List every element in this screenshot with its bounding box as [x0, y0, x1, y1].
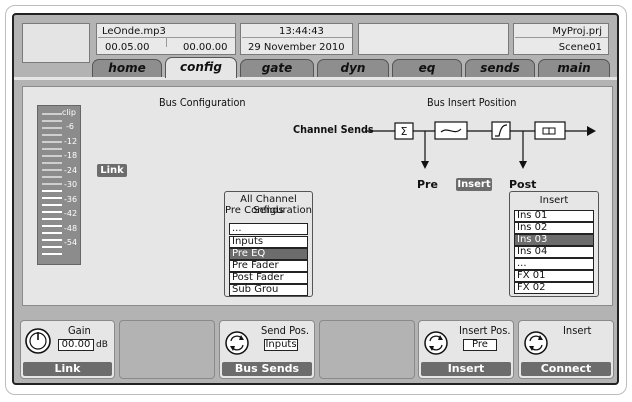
meter-label: -54 [64, 238, 78, 247]
insert-button[interactable]: Insert [421, 362, 511, 376]
meter-label: -24 [64, 166, 78, 175]
bus-config-title: Bus Configuration [159, 96, 246, 109]
meter-label: -6 [66, 122, 74, 131]
file-time-a: 00.05.00 [105, 42, 150, 53]
list-item[interactable]: ... [229, 223, 308, 235]
link-badge[interactable]: Link [97, 164, 127, 177]
list-item[interactable]: Inputs [229, 236, 308, 248]
tab-config[interactable]: config [165, 57, 237, 78]
tab-main[interactable]: main [538, 59, 610, 77]
insert-pos-encoder-panel[interactable]: Insert Pos. Pre Insert [418, 320, 514, 379]
send-pos-encoder-panel[interactable]: Send Pos. Inputs Bus Sends [219, 320, 315, 379]
list-item[interactable]: Sub Grou [229, 284, 308, 296]
gain-unit: dB [96, 340, 108, 350]
list-item[interactable]: ... [514, 258, 594, 270]
list-item[interactable]: Ins 01 [514, 210, 594, 222]
meter-label: -42 [64, 209, 78, 218]
post-label: Post [509, 178, 537, 191]
list-item[interactable]: Pre Fader [229, 260, 308, 272]
file-time-b: 00.00.00 [183, 42, 228, 53]
mixer-screen: LeOnde.mp3 00.05.00 00.00.00 13:44:43 29… [12, 13, 619, 385]
sum-symbol: Σ [401, 125, 408, 138]
level-meter: clip -6 -12 -18 -24 -30 -36 -42 -48 -54 [37, 105, 81, 265]
bus-sends-button[interactable]: Bus Sends [222, 362, 312, 376]
tab-home[interactable]: home [92, 59, 162, 77]
pre-label: Pre [417, 178, 438, 191]
meter-label: -36 [64, 195, 78, 204]
send-pos-value: Inputs [264, 339, 298, 351]
insert-pos-value: Pre [463, 339, 497, 351]
project-box: MyProj.prj Scene01 [513, 23, 609, 55]
list-item[interactable]: Post Fader [229, 272, 308, 284]
list-item[interactable]: Ins 04 [514, 246, 594, 258]
gain-value: 00.00 [58, 339, 94, 351]
meter-label: -12 [64, 137, 78, 146]
meter-label: -18 [64, 151, 78, 160]
rotate-knob-icon[interactable] [523, 330, 549, 356]
channel-sends-label: Channel Sends [293, 123, 374, 136]
insert-listbox: Insert Ins 01 Ins 02 Ins 03 Ins 04 ... F… [509, 191, 599, 297]
insert-label: Insert [563, 324, 592, 337]
tab-dyn[interactable]: dyn [317, 59, 389, 77]
rotate-knob-icon[interactable] [423, 330, 449, 356]
meter-label: clip [62, 108, 76, 117]
gain-label: Gain [68, 324, 91, 337]
tab-eq[interactable]: eq [392, 59, 462, 77]
list-header: Pre Configuration [225, 205, 312, 216]
meter-label: -30 [64, 180, 78, 189]
bus-insert-title: Bus Insert Position [427, 96, 517, 109]
send-pos-label: Send Pos. [261, 324, 310, 337]
link-button[interactable]: Link [23, 362, 112, 376]
empty-encoder-panel [119, 320, 215, 379]
clock-divider [242, 37, 352, 38]
tab-gate[interactable]: gate [240, 59, 314, 77]
list-item[interactable]: FX 02 [514, 282, 594, 294]
empty-encoder-panel [319, 320, 415, 379]
config-panel: Bus Configuration Bus Insert Position cl… [22, 86, 613, 306]
clock-date: 29 November 2010 [248, 42, 345, 53]
clock-time: 13:44:43 [279, 26, 324, 37]
rotate-knob-icon[interactable] [224, 330, 250, 356]
insert-badge: Insert [456, 178, 492, 191]
list-item[interactable]: FX 01 [514, 270, 594, 282]
power-knob-icon[interactable] [24, 327, 52, 355]
mute-block [534, 121, 566, 140]
channel-sends-listbox: All Channel Sends Pre Configuration ... … [224, 191, 313, 297]
status-box [358, 23, 509, 55]
list-item[interactable]: Ins 02 [514, 222, 594, 234]
tab-underline [14, 77, 617, 80]
file-vdivider [166, 38, 167, 47]
clock-box: 13:44:43 29 November 2010 [240, 23, 353, 55]
logo-area [22, 23, 90, 63]
insert-pos-label: Insert Pos. [459, 324, 511, 337]
scene-name: Scene01 [558, 42, 602, 53]
list-item-selected[interactable]: Pre EQ [229, 248, 308, 260]
list-header: Insert [539, 195, 569, 206]
file-name: LeOnde.mp3 [102, 26, 166, 37]
tab-sends[interactable]: sends [465, 59, 535, 77]
insert-connect-encoder-panel[interactable]: Insert Connect [518, 320, 614, 379]
gain-encoder-panel[interactable]: Gain 00.00 dB Link [20, 320, 115, 379]
meter-label: -48 [64, 224, 78, 233]
project-divider [515, 37, 608, 38]
connect-button[interactable]: Connect [521, 362, 611, 376]
list-item-selected[interactable]: Ins 03 [514, 234, 594, 246]
project-name: MyProj.prj [552, 26, 602, 37]
